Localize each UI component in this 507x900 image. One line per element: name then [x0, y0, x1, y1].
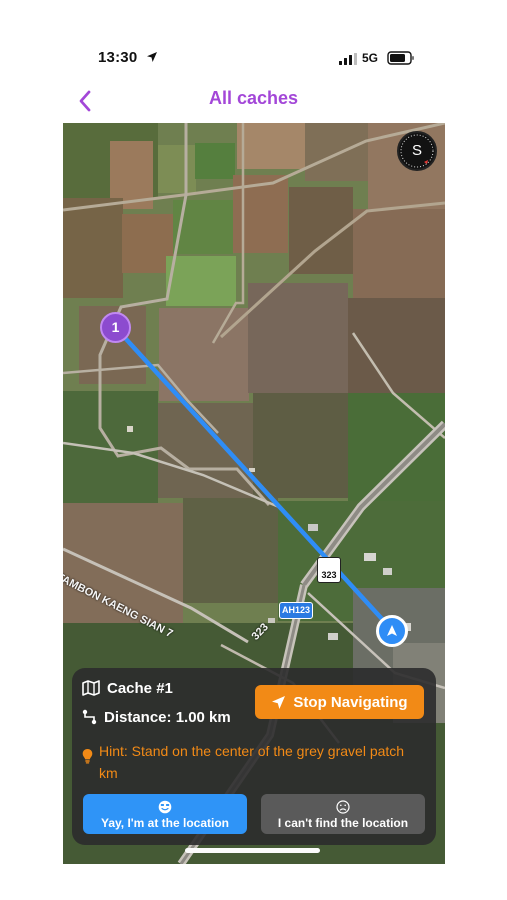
- route-shield-ah123: AH123: [279, 602, 313, 619]
- signal-icon: [339, 53, 357, 65]
- cache-title: Cache #1: [107, 679, 173, 697]
- smile-icon: [158, 800, 172, 814]
- stop-navigating-label: Stop Navigating: [293, 693, 408, 711]
- user-location-marker[interactable]: [376, 615, 408, 647]
- app-screen: 13:30 5G All caches S 1 323 AH123 TAMBON…: [0, 0, 507, 900]
- status-time: 13:30: [98, 49, 138, 66]
- navigation-arrow-icon: [387, 625, 397, 636]
- distance-row: Distance: 1.00 km: [82, 707, 231, 727]
- cannot-find-location-label: I can't find the location: [277, 816, 409, 830]
- route-icon: [82, 709, 97, 725]
- home-indicator[interactable]: [185, 848, 320, 853]
- cannot-find-location-button[interactable]: I can't find the location: [261, 794, 425, 834]
- cache-info-panel: Cache #1 Distance: 1.00 km Stop Navigati…: [72, 668, 436, 845]
- network-type: 5G: [362, 51, 379, 65]
- map-icon: [82, 680, 100, 696]
- cache-marker[interactable]: 1: [100, 312, 131, 343]
- status-bar: 13:30 5G: [0, 0, 507, 84]
- lightbulb-icon: [82, 749, 93, 764]
- sad-face-icon: [336, 800, 350, 814]
- compass-button[interactable]: S: [397, 131, 437, 171]
- navigation-bar: All caches: [0, 84, 507, 120]
- found-location-button[interactable]: Yay, I'm at the location: [83, 794, 247, 834]
- location-arrow-icon: [147, 52, 157, 62]
- hint-row: Hint: Stand on the center of the grey gr…: [82, 740, 426, 784]
- hint-text: Hint: Stand on the center of the grey gr…: [99, 743, 405, 781]
- battery-icon: [387, 51, 414, 65]
- navigation-arrow-icon: [272, 695, 286, 709]
- distance-text: Distance: 1.00 km: [104, 708, 231, 726]
- found-location-label: Yay, I'm at the location: [101, 816, 229, 830]
- stop-navigating-button[interactable]: Stop Navigating: [255, 685, 424, 719]
- map-view[interactable]: S 1 323 AH123 TAMBON KAENG SIAN 7 323 Ca…: [63, 123, 445, 864]
- page-title: All caches: [208, 88, 299, 108]
- compass-label: S: [411, 142, 422, 159]
- route-shield-323: 323: [317, 557, 341, 583]
- cache-title-row: Cache #1: [82, 678, 173, 698]
